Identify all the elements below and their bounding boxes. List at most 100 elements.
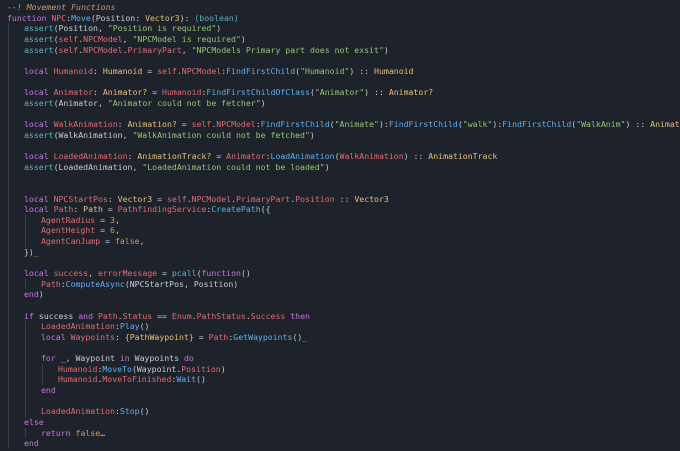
code-line[interactable]: assert(Position, "Position is required") bbox=[0, 23, 680, 34]
code-line[interactable]: assert(WalkAnimation, "WalkAnimation cou… bbox=[0, 129, 680, 141]
code-token: errorMessage bbox=[97, 268, 158, 279]
code-token: Animation bbox=[650, 119, 680, 130]
code-token: ({ bbox=[260, 204, 271, 215]
code-token: "walk" bbox=[462, 119, 493, 130]
code-line[interactable]: end) bbox=[0, 289, 680, 300]
code-token: "WalkAnim" bbox=[576, 119, 626, 130]
code-token: false bbox=[114, 236, 140, 247]
code-line[interactable]: AgentCanJump = false, bbox=[0, 236, 680, 247]
code-token: self bbox=[157, 65, 177, 76]
code-line[interactable] bbox=[0, 299, 680, 311]
indent-guide bbox=[8, 172, 9, 183]
indent-guide bbox=[8, 416, 9, 428]
code-line[interactable]: end bbox=[0, 385, 680, 396]
code-token: ) bbox=[383, 44, 389, 55]
code-line[interactable]: assert(Animator, "Animator could not be … bbox=[0, 97, 680, 109]
code-token: Path bbox=[53, 204, 74, 215]
code-token: AnimationTrack bbox=[428, 150, 498, 161]
indent-guide bbox=[8, 342, 9, 354]
code-line[interactable]: local Path: Path = PathfindingService:Cr… bbox=[0, 204, 680, 215]
code-line[interactable] bbox=[0, 395, 680, 407]
code-token: local bbox=[24, 119, 54, 130]
code-token: false bbox=[75, 427, 101, 438]
code-line[interactable]: local success, errorMessage = pcall(func… bbox=[0, 268, 680, 279]
code-line[interactable]: local LoadedAnimation: AnimationTrack? =… bbox=[0, 150, 680, 162]
code-line[interactable]: AgentRadius = 3, bbox=[0, 214, 680, 226]
code-line[interactable]: local Waypoints: {PathWaypoint} = Path:G… bbox=[0, 331, 680, 343]
code-token: WalkAnimation bbox=[339, 150, 404, 161]
code-token: MoveToFinished bbox=[102, 374, 172, 385]
code-line[interactable]: local NPCStartPos: Vector3 = self.NPCMod… bbox=[0, 193, 680, 205]
code-line[interactable]: Path:ComputeAsync(NPCStartPos, Position) bbox=[0, 278, 680, 290]
indent-guide bbox=[8, 150, 9, 162]
code-token: return bbox=[41, 427, 76, 438]
code-token: NPCModel bbox=[191, 193, 232, 204]
code-line[interactable]: })_ bbox=[0, 246, 680, 258]
code-line[interactable]: return false… bbox=[0, 427, 680, 439]
code-line[interactable] bbox=[0, 182, 680, 194]
code-token: , bbox=[122, 33, 133, 44]
code-token: CreatePath bbox=[211, 204, 261, 215]
code-line[interactable]: Humanoid.MoveToFinished:Wait() bbox=[0, 374, 680, 386]
code-token: if bbox=[24, 310, 39, 321]
code-line[interactable]: local WalkAnimation: Animation? = self.N… bbox=[0, 119, 680, 130]
code-line[interactable]: --! Movement Functions bbox=[0, 2, 680, 13]
code-token: (NPCStartPos, Position) bbox=[124, 278, 239, 289]
code-line[interactable]: AgentHeight = 6, bbox=[0, 225, 680, 237]
indent-guide bbox=[8, 278, 9, 290]
code-line[interactable]: local Humanoid: Humanoid = self.NPCModel… bbox=[0, 65, 680, 77]
code-line[interactable]: LoadedAnimation:Stop() bbox=[0, 406, 680, 417]
code-line[interactable] bbox=[0, 172, 680, 183]
code-token: = bbox=[193, 331, 209, 342]
indent-guide bbox=[8, 363, 9, 375]
code-line[interactable]: LoadedAnimation:Play() bbox=[0, 321, 680, 332]
code-line[interactable]: assert(LoadedAnimation, "LoadedAnimation… bbox=[0, 161, 680, 173]
code-token: : bbox=[93, 65, 103, 76]
code-token: "Animator" bbox=[314, 87, 365, 98]
code-line[interactable]: function NPC:Move(Position: Vector3): (b… bbox=[0, 13, 680, 24]
code-line[interactable] bbox=[0, 257, 680, 269]
text-cursor: _ bbox=[33, 246, 39, 257]
code-line[interactable]: for _, Waypoint in Waypoints do bbox=[0, 353, 680, 364]
indent-guide bbox=[25, 321, 26, 332]
code-token: Animator bbox=[53, 87, 94, 98]
code-token: ) bbox=[216, 23, 222, 34]
code-line[interactable] bbox=[0, 55, 680, 66]
code-line[interactable]: else bbox=[0, 416, 680, 428]
code-token: --! Movement Functions bbox=[7, 2, 116, 12]
code-token: }) bbox=[24, 246, 34, 257]
code-token: {PathWaypoint} bbox=[124, 331, 194, 342]
code-token: GetWaypoints bbox=[233, 331, 293, 342]
code-token: function bbox=[201, 268, 241, 279]
code-line[interactable] bbox=[0, 342, 680, 354]
code-line[interactable]: assert(self.NPCModel.PrimaryPart, "NPCMo… bbox=[0, 44, 680, 56]
code-line[interactable]: assert(self.NPCModel, "NPCModel is requi… bbox=[0, 33, 680, 45]
indent-guide bbox=[8, 65, 9, 77]
indent-guide bbox=[8, 108, 9, 120]
code-token: ) :: bbox=[403, 150, 429, 161]
code-line[interactable] bbox=[0, 76, 680, 88]
code-token: success bbox=[38, 310, 79, 321]
code-token: Waypoints bbox=[70, 331, 115, 342]
indent-guide bbox=[25, 342, 26, 354]
code-token: PathfindingService bbox=[117, 204, 207, 215]
code-token: "WalkAnimation could not be fetched" bbox=[132, 129, 310, 140]
code-line[interactable]: local Animator: Animator? = Humanoid:Fin… bbox=[0, 87, 680, 98]
code-line[interactable]: end bbox=[0, 438, 680, 449]
code-line[interactable] bbox=[0, 108, 680, 120]
code-token: do bbox=[183, 353, 194, 364]
code-token: Animation? bbox=[127, 119, 177, 130]
code-line[interactable]: if success and Path.Status == Enum.PathS… bbox=[0, 310, 680, 322]
indent-guide bbox=[8, 299, 9, 311]
code-token: end bbox=[24, 289, 39, 300]
code-token: Humanoid bbox=[53, 65, 94, 76]
indent-guide bbox=[8, 44, 9, 56]
code-line[interactable]: Humanoid:MoveTo(Waypoint.Position) bbox=[0, 363, 680, 375]
code-line[interactable] bbox=[0, 140, 680, 151]
indent-guide bbox=[8, 246, 9, 258]
indent-guide bbox=[25, 331, 26, 343]
code-editor[interactable]: --! Movement Functions function NPC:Move(… bbox=[0, 0, 680, 451]
text-cursor: _ bbox=[302, 331, 308, 342]
indent-guide bbox=[25, 427, 26, 439]
code-token: FindFirstChildOfClass bbox=[206, 87, 310, 98]
